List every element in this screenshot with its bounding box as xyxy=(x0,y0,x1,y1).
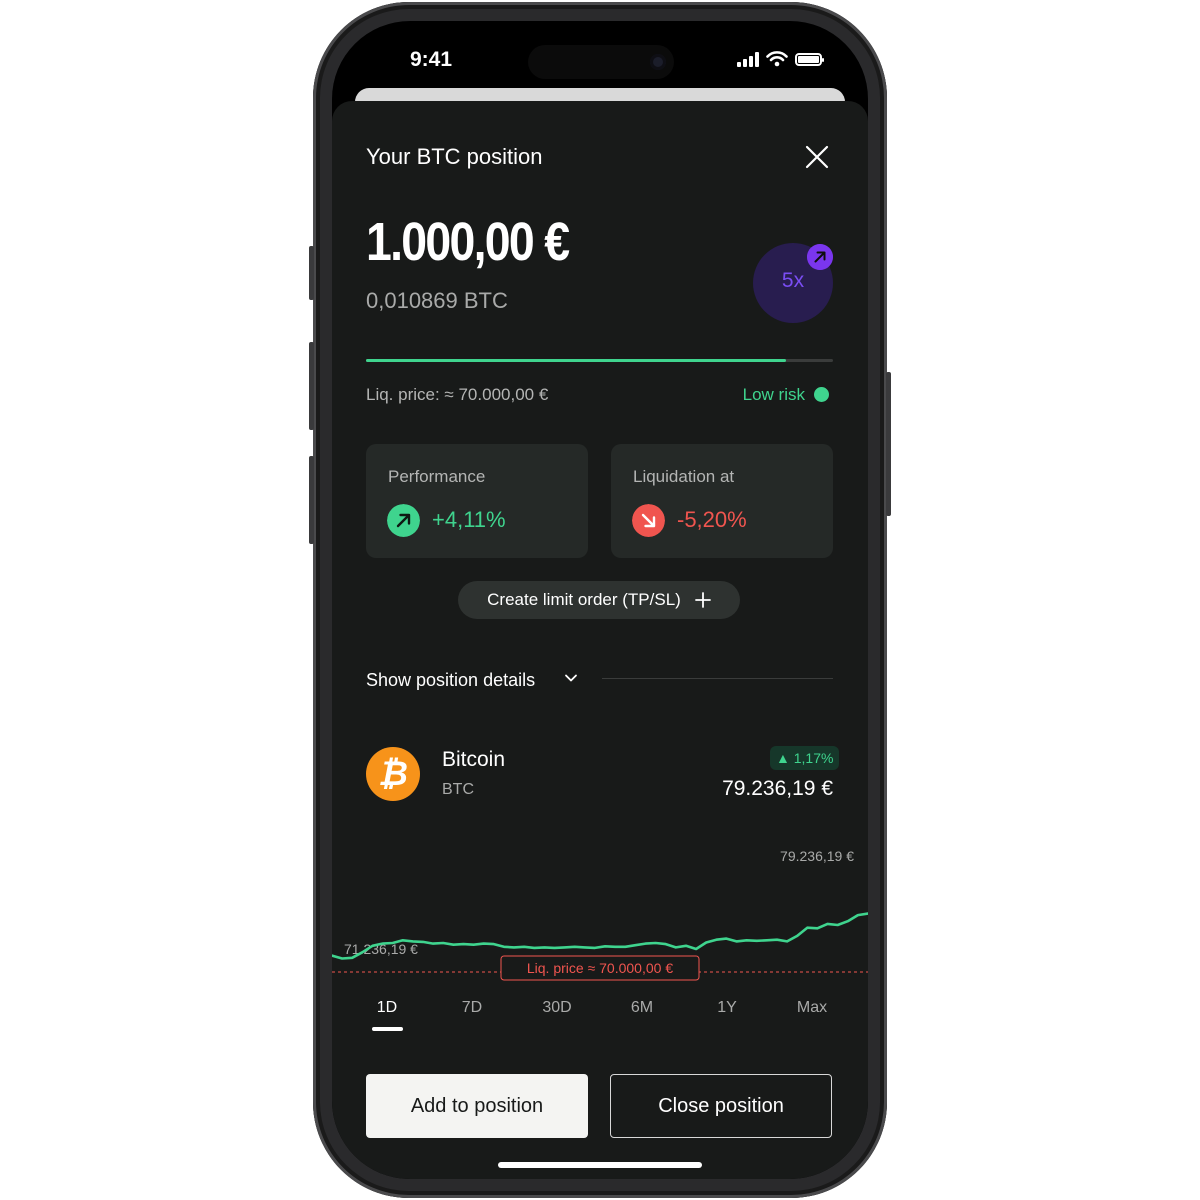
range-tab-1y[interactable]: 1Y xyxy=(692,998,762,1038)
bitcoin-icon: ₿ xyxy=(366,747,420,801)
performance-card[interactable]: Performance +4,11% xyxy=(366,444,588,558)
liq-price-label: Liq. price: ≈ 70.000,00 € xyxy=(366,385,549,404)
status-icons xyxy=(737,51,824,67)
risk-dot xyxy=(814,387,829,402)
risk-progress-fill xyxy=(366,359,787,362)
position-amount: 1.000,00 € xyxy=(366,212,570,272)
asset-price: 79.236,19 € xyxy=(722,777,833,800)
sheet-title: Your BTC position xyxy=(366,144,543,169)
camera-icon xyxy=(650,54,666,70)
price-change-badge: ▲ 1,17% xyxy=(770,746,840,770)
add-to-position-button[interactable]: Add to position xyxy=(366,1074,588,1138)
range-tab-7d[interactable]: 7D xyxy=(437,998,507,1038)
performance-value: +4,11% xyxy=(432,507,506,532)
signal-icon xyxy=(737,51,759,67)
arrow-up-right-icon xyxy=(387,504,420,537)
close-position-button[interactable]: Close position xyxy=(610,1074,832,1138)
price-chart: 79.236,19 € 71.236,19 € Liq. price ≈ 70.… xyxy=(332,848,868,981)
performance-label: Performance xyxy=(388,467,486,486)
volume-down-button xyxy=(309,456,314,544)
liquidation-label: Liquidation at xyxy=(633,467,735,486)
asset-symbol: BTC xyxy=(442,781,474,798)
position-sheet: Your BTC position 1.000,00 € 0,010869 BT… xyxy=(332,101,868,1179)
arrow-up-right-icon xyxy=(807,244,833,270)
divider xyxy=(602,678,833,679)
range-tab-max[interactable]: Max xyxy=(777,998,847,1038)
status-time: 9:41 xyxy=(410,48,453,71)
risk-label: Low risk xyxy=(742,385,805,404)
limit-order-label: Create limit order (TP/SL) xyxy=(487,590,681,609)
asset-name: Bitcoin xyxy=(442,748,506,771)
power-button xyxy=(886,372,891,516)
chevron-down-icon[interactable] xyxy=(564,673,578,683)
range-tab-6m[interactable]: 6M xyxy=(607,998,677,1038)
battery-icon xyxy=(795,52,824,66)
leverage-value: 5x xyxy=(781,269,805,292)
range-tab-1d[interactable]: 1D xyxy=(352,998,422,1038)
action-button xyxy=(309,246,314,300)
volume-up-button xyxy=(309,342,314,430)
phone-screen: 9:41 Your BTC position 1.000,00 € 0,0108… xyxy=(332,21,868,1179)
home-indicator xyxy=(498,1162,702,1168)
show-details-toggle[interactable]: Show position details xyxy=(366,670,535,691)
range-tabs: 1D 7D 30D 6M 1Y Max xyxy=(352,998,847,1038)
chart-high-label: 79.236,19 € xyxy=(780,848,854,864)
liquidation-card[interactable]: Liquidation at -5,20% xyxy=(611,444,833,558)
wifi-icon xyxy=(766,51,788,67)
position-amount-btc: 0,010869 BTC xyxy=(366,288,508,313)
arrow-down-right-icon xyxy=(632,504,665,537)
liquidation-value: -5,20% xyxy=(677,507,747,532)
chart-liq-label: Liq. price ≈ 70.000,00 € xyxy=(527,960,673,976)
create-limit-order-button[interactable]: Create limit order (TP/SL) xyxy=(458,581,740,619)
plus-icon xyxy=(694,592,711,608)
close-icon[interactable] xyxy=(804,144,830,170)
range-tab-30d[interactable]: 30D xyxy=(522,998,592,1038)
